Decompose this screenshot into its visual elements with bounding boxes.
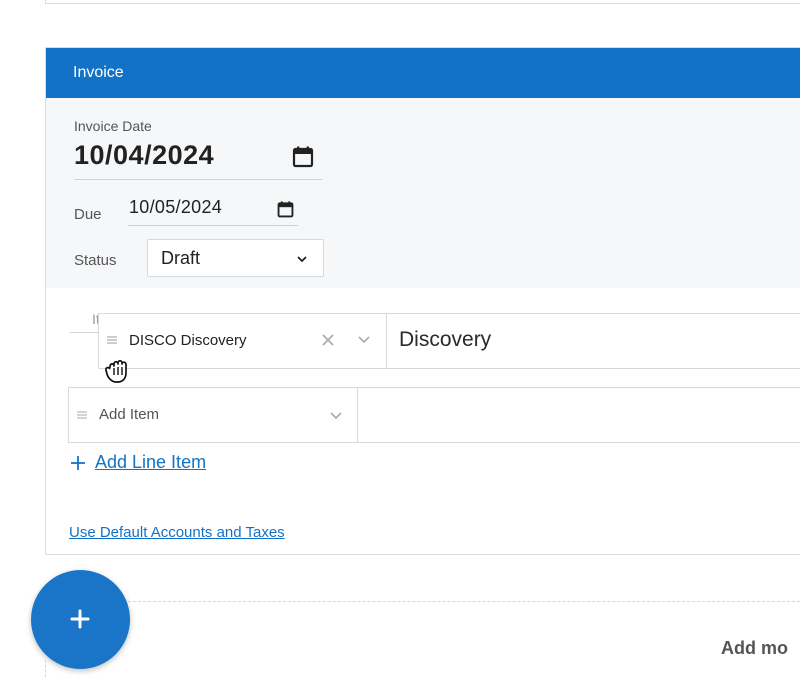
item-select[interactable]: DISCO Discovery [99, 314, 387, 368]
add-more-label[interactable]: Add mo [721, 638, 788, 659]
invoice-panel: Invoice Invoice Date 10/04/2024 Due 10/0… [45, 47, 800, 555]
invoice-date-label: Invoice Date [74, 118, 152, 134]
due-date-label: Due [74, 206, 102, 223]
section-divider [128, 601, 800, 602]
drag-handle-icon [77, 411, 87, 419]
add-line-item-link[interactable]: Add Line Item [95, 452, 206, 473]
line-item-row[interactable]: DISCO Discovery Discovery [98, 313, 800, 369]
add-item-placeholder: Add Item [99, 406, 160, 423]
calendar-icon[interactable] [292, 146, 314, 168]
invoice-details: Invoice Date 10/04/2024 Due 10/05/2024 S… [46, 98, 800, 288]
add-line-item-button[interactable]: Add Line Item [70, 452, 206, 473]
due-date-value[interactable]: 10/05/2024 [129, 197, 222, 218]
status-value: Draft [161, 248, 201, 268]
add-floating-button[interactable] [31, 570, 130, 669]
section-divider-vertical [45, 660, 46, 677]
status-label: Status [74, 252, 117, 269]
calendar-icon[interactable] [277, 201, 294, 218]
item-value: DISCO Discovery [129, 332, 247, 349]
plus-icon [71, 455, 85, 470]
invoice-date-value[interactable]: 10/04/2024 [74, 140, 214, 171]
description-value[interactable]: Discovery [399, 328, 491, 352]
panel-title: Invoice [46, 48, 800, 98]
chevron-down-icon[interactable] [357, 334, 371, 346]
chevron-down-icon[interactable] [329, 410, 343, 422]
close-icon[interactable] [321, 333, 335, 347]
add-item-row[interactable]: Add Item [68, 387, 800, 443]
drag-handle-icon[interactable] [107, 335, 117, 345]
item-column-header: It [70, 311, 100, 333]
due-date-field[interactable]: 10/05/2024 [128, 194, 298, 226]
invoice-date-field[interactable]: 10/04/2024 [74, 140, 322, 180]
plus-icon [70, 609, 90, 629]
previous-section-edge [45, 0, 800, 4]
grab-hand-cursor-icon [105, 359, 127, 383]
chevron-down-icon [297, 256, 307, 263]
status-select[interactable]: Draft [147, 239, 324, 277]
add-item-select[interactable]: Add Item [69, 388, 358, 442]
use-default-accounts-link[interactable]: Use Default Accounts and Taxes [69, 524, 285, 541]
